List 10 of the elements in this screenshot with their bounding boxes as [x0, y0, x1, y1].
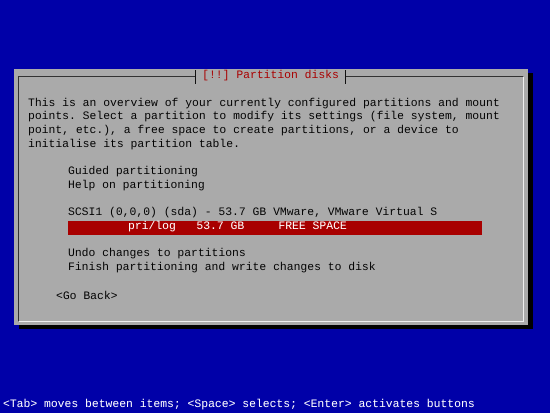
status-bar-text: <Tab> moves between items; <Space> selects; <Enter> activates buttons: [2, 399, 476, 413]
menu-item[interactable]: Undo changes to partitions: [28, 248, 513, 262]
menu-item[interactable]: Help on partitioning: [28, 180, 513, 194]
go-back-button[interactable]: <Go Back>: [56, 290, 118, 304]
menu-item[interactable]: SCSI1 (0,0,0) (sda) - 53.7 GB VMware, VMware Virtual S: [28, 207, 513, 221]
menu-item[interactable]: pri/log 53.7 GB FREE SPACE: [68, 221, 482, 235]
dialog-title: [!!] Partition disks: [195, 70, 346, 84]
description-text: This is an overview of your currently configured partitions and mount points. Select a partition to modify its settings (file system, mount point, etc.), a free space to create partitions, or a device to initialise its partition table.: [28, 98, 501, 153]
menu-item[interactable]: Guided partitioning: [28, 166, 513, 180]
menu-item[interactable]: Finish partitioning and write changes to disk: [28, 262, 513, 276]
